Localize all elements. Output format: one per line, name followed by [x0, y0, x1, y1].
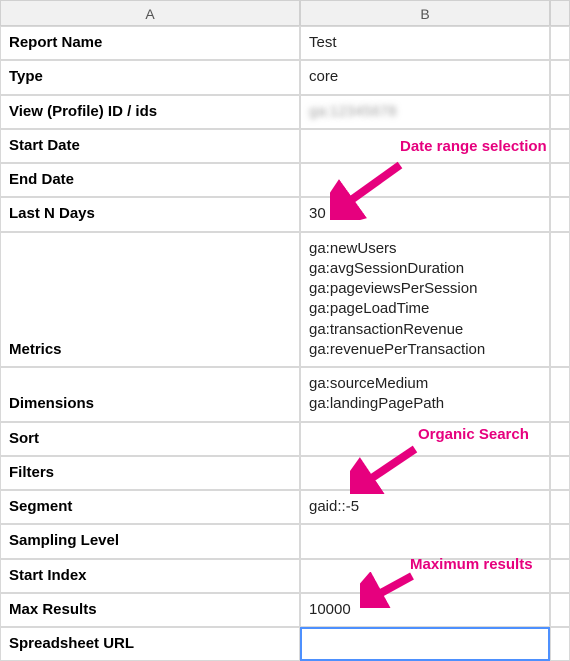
row-label[interactable]: End Date: [0, 163, 300, 197]
row-label[interactable]: Spreadsheet URL: [0, 627, 300, 661]
col-header-c[interactable]: [550, 0, 570, 26]
row-label[interactable]: Filters: [0, 456, 300, 490]
row-value[interactable]: [300, 559, 550, 593]
row-value[interactable]: ga:sourceMedium ga:landingPagePath: [300, 367, 550, 422]
row-label[interactable]: View (Profile) ID / ids: [0, 95, 300, 129]
row-label[interactable]: Dimensions: [0, 367, 300, 422]
row-value[interactable]: [300, 163, 550, 197]
row-label[interactable]: Start Date: [0, 129, 300, 163]
row-empty[interactable]: [550, 232, 570, 368]
spreadsheet[interactable]: A B Report NameTestTypecoreView (Profile…: [0, 0, 570, 661]
row-empty[interactable]: [550, 60, 570, 94]
row-value[interactable]: ga:12345678: [300, 95, 550, 129]
row-empty[interactable]: [550, 490, 570, 524]
row-value[interactable]: core: [300, 60, 550, 94]
row-value[interactable]: 30: [300, 197, 550, 231]
row-empty[interactable]: [550, 559, 570, 593]
row-value[interactable]: Test: [300, 26, 550, 60]
row-empty[interactable]: [550, 95, 570, 129]
row-value[interactable]: [300, 422, 550, 456]
row-empty[interactable]: [550, 367, 570, 422]
row-label[interactable]: Max Results: [0, 593, 300, 627]
row-label[interactable]: Sort: [0, 422, 300, 456]
row-label[interactable]: Report Name: [0, 26, 300, 60]
row-value[interactable]: ga:newUsers ga:avgSessionDuration ga:pag…: [300, 232, 550, 368]
col-header-b[interactable]: B: [300, 0, 550, 26]
row-value[interactable]: [300, 627, 550, 661]
row-label[interactable]: Metrics: [0, 232, 300, 368]
row-empty[interactable]: [550, 593, 570, 627]
row-empty[interactable]: [550, 627, 570, 661]
row-value[interactable]: 10000: [300, 593, 550, 627]
row-label[interactable]: Type: [0, 60, 300, 94]
row-label[interactable]: Sampling Level: [0, 524, 300, 558]
row-label[interactable]: Segment: [0, 490, 300, 524]
row-empty[interactable]: [550, 26, 570, 60]
row-value[interactable]: [300, 456, 550, 490]
row-empty[interactable]: [550, 524, 570, 558]
row-empty[interactable]: [550, 163, 570, 197]
row-label[interactable]: Last N Days: [0, 197, 300, 231]
row-empty[interactable]: [550, 456, 570, 490]
row-value[interactable]: gaid::-5: [300, 490, 550, 524]
row-label[interactable]: Start Index: [0, 559, 300, 593]
col-header-a[interactable]: A: [0, 0, 300, 26]
row-empty[interactable]: [550, 422, 570, 456]
row-value[interactable]: [300, 129, 550, 163]
row-value[interactable]: [300, 524, 550, 558]
row-empty[interactable]: [550, 197, 570, 231]
row-empty[interactable]: [550, 129, 570, 163]
